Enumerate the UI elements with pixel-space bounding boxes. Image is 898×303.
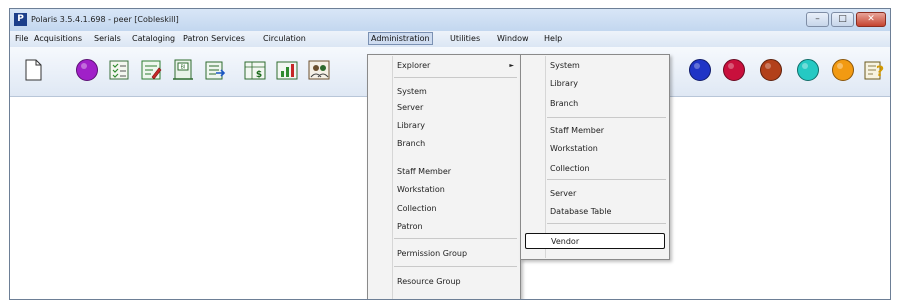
explorer-submenu: System Library Branch Staff Member Works…: [520, 54, 670, 260]
menu-separator: [547, 179, 666, 180]
admin-menu-staff-member[interactable]: Staff Member: [397, 167, 451, 176]
explorer-menu-library[interactable]: Library: [550, 79, 578, 88]
admin-menu-branch[interactable]: Branch: [397, 139, 425, 148]
menu-bar: File Acquisitions Serials Cataloging Pat…: [10, 31, 890, 47]
explorer-menu-database-table[interactable]: Database Table: [550, 207, 611, 216]
bibliographic-record-icon[interactable]: BI: [170, 57, 196, 83]
checklist-icon[interactable]: [106, 57, 132, 83]
admin-menu-workstation[interactable]: Workstation: [397, 185, 445, 194]
blue-circle-icon[interactable]: [687, 57, 713, 83]
explorer-menu-system[interactable]: System: [550, 61, 580, 70]
menu-separator: [394, 238, 517, 239]
explorer-menu-branch[interactable]: Branch: [550, 99, 578, 108]
statistics-report-icon[interactable]: [274, 57, 300, 83]
polaris-app-icon: P: [14, 13, 27, 26]
menu-file[interactable]: File: [15, 34, 28, 43]
new-document-icon[interactable]: [20, 57, 46, 83]
title-bar[interactable]: P Polaris 3.5.4.1.698 - peer [Cobleskill…: [10, 9, 890, 31]
menu-gutter: [392, 56, 393, 299]
menu-help[interactable]: Help: [544, 34, 562, 43]
svg-text:BI: BI: [181, 65, 186, 71]
menu-cataloging[interactable]: Cataloging: [132, 34, 175, 43]
explorer-menu-workstation[interactable]: Workstation: [550, 144, 598, 153]
caption-buttons: – □ ✕: [806, 12, 886, 27]
menu-patron-services[interactable]: Patron Services: [183, 34, 245, 43]
minimize-button[interactable]: –: [806, 12, 829, 27]
edit-record-icon[interactable]: [138, 57, 164, 83]
menu-administration[interactable]: Administration: [368, 32, 433, 45]
close-icon: ✕: [867, 14, 875, 24]
maximize-icon: □: [838, 14, 847, 24]
menu-serials[interactable]: Serials: [94, 34, 121, 43]
menu-window[interactable]: Window: [497, 34, 529, 43]
submenu-arrow-icon: ►: [509, 62, 514, 69]
admin-menu-library[interactable]: Library: [397, 121, 425, 130]
administration-menu: Explorer ► System Server Library Branch …: [367, 54, 521, 299]
teal-circle-icon[interactable]: [795, 57, 821, 83]
svg-text:?: ?: [876, 64, 884, 80]
admin-menu-server[interactable]: Server: [397, 103, 423, 112]
close-button[interactable]: ✕: [856, 12, 886, 27]
menu-utilities[interactable]: Utilities: [450, 34, 480, 43]
menu-separator: [394, 77, 517, 78]
admin-menu-system[interactable]: System: [397, 87, 427, 96]
admin-menu-resource-group[interactable]: Resource Group: [397, 277, 461, 286]
menu-gutter: [545, 56, 546, 258]
admin-menu-patron[interactable]: Patron: [397, 222, 423, 231]
menu-separator: [547, 223, 666, 224]
admin-menu-permission-group[interactable]: Permission Group: [397, 249, 467, 258]
patron-group-icon[interactable]: [306, 57, 332, 83]
explorer-menu-staff-member[interactable]: Staff Member: [550, 126, 604, 135]
purple-circle-icon[interactable]: [74, 57, 100, 83]
application-window: P Polaris 3.5.4.1.698 - peer [Cobleskill…: [9, 8, 891, 300]
brown-circle-icon[interactable]: [758, 57, 784, 83]
explorer-menu-vendor[interactable]: Vendor: [525, 233, 665, 249]
minimize-icon: –: [815, 14, 820, 24]
financial-report-icon[interactable]: $: [242, 57, 268, 83]
orange-circle-icon[interactable]: [830, 57, 856, 83]
help-icon[interactable]: ?: [862, 57, 888, 83]
menu-separator: [394, 266, 517, 267]
window-title: Polaris 3.5.4.1.698 - peer [Cobleskill]: [31, 15, 179, 24]
svg-text:$: $: [256, 70, 262, 80]
explorer-menu-collection[interactable]: Collection: [550, 164, 590, 173]
explorer-menu-server[interactable]: Server: [550, 189, 576, 198]
maximize-button[interactable]: □: [831, 12, 854, 27]
admin-menu-collection[interactable]: Collection: [397, 204, 437, 213]
menu-separator: [547, 117, 666, 118]
menu-circulation[interactable]: Circulation: [263, 34, 306, 43]
import-record-icon[interactable]: [202, 57, 228, 83]
admin-menu-explorer[interactable]: Explorer: [397, 61, 430, 70]
menu-acquisitions[interactable]: Acquisitions: [34, 34, 82, 43]
crimson-circle-icon[interactable]: [721, 57, 747, 83]
